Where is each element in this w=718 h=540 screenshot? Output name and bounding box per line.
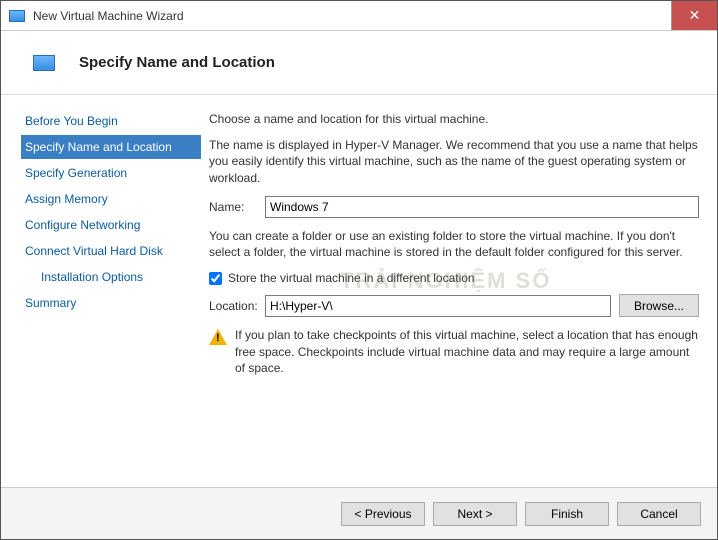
- location-input[interactable]: [265, 295, 611, 317]
- sidebar-step-7[interactable]: Summary: [21, 291, 201, 315]
- name-row: Name:: [209, 196, 699, 218]
- wizard-content: Choose a name and location for this virt…: [201, 95, 717, 487]
- cancel-button[interactable]: Cancel: [617, 502, 701, 526]
- wizard-header: Specify Name and Location: [1, 31, 717, 95]
- name-label: Name:: [209, 199, 265, 215]
- wizard-body: Before You BeginSpecify Name and Locatio…: [1, 95, 717, 487]
- close-button[interactable]: ✕: [671, 1, 717, 30]
- warning-row: If you plan to take checkpoints of this …: [209, 327, 699, 376]
- sidebar-step-6[interactable]: Installation Options: [21, 265, 201, 289]
- sidebar-step-4[interactable]: Configure Networking: [21, 213, 201, 237]
- window-title: New Virtual Machine Wizard: [33, 9, 671, 23]
- sidebar-step-1[interactable]: Specify Name and Location: [21, 135, 201, 159]
- next-button[interactable]: Next >: [433, 502, 517, 526]
- sidebar-step-5[interactable]: Connect Virtual Hard Disk: [21, 239, 201, 263]
- previous-button[interactable]: < Previous: [341, 502, 425, 526]
- finish-button[interactable]: Finish: [525, 502, 609, 526]
- store-checkbox-label[interactable]: Store the virtual machine in a different…: [228, 270, 475, 286]
- store-checkbox[interactable]: [209, 272, 222, 285]
- browse-button[interactable]: Browse...: [619, 294, 699, 317]
- app-icon: [9, 10, 25, 22]
- sidebar-step-3[interactable]: Assign Memory: [21, 187, 201, 211]
- name-input[interactable]: [265, 196, 699, 218]
- sidebar-step-0[interactable]: Before You Begin: [21, 109, 201, 133]
- name-description: The name is displayed in Hyper-V Manager…: [209, 137, 699, 186]
- folder-description: You can create a folder or use an existi…: [209, 228, 699, 260]
- intro-text: Choose a name and location for this virt…: [209, 111, 699, 127]
- wizard-window: New Virtual Machine Wizard ✕ Specify Nam…: [0, 0, 718, 540]
- location-label: Location:: [209, 298, 265, 314]
- sidebar-step-2[interactable]: Specify Generation: [21, 161, 201, 185]
- location-row: Location: Browse...: [209, 294, 699, 317]
- store-checkbox-row: Store the virtual machine in a different…: [209, 270, 699, 286]
- wizard-footer: < Previous Next > Finish Cancel: [1, 487, 717, 539]
- wizard-sidebar: Before You BeginSpecify Name and Locatio…: [1, 95, 201, 487]
- monitor-icon: [33, 55, 55, 71]
- warning-text: If you plan to take checkpoints of this …: [235, 327, 699, 376]
- page-title: Specify Name and Location: [79, 54, 275, 71]
- warning-icon: [209, 329, 227, 345]
- titlebar: New Virtual Machine Wizard ✕: [1, 1, 717, 31]
